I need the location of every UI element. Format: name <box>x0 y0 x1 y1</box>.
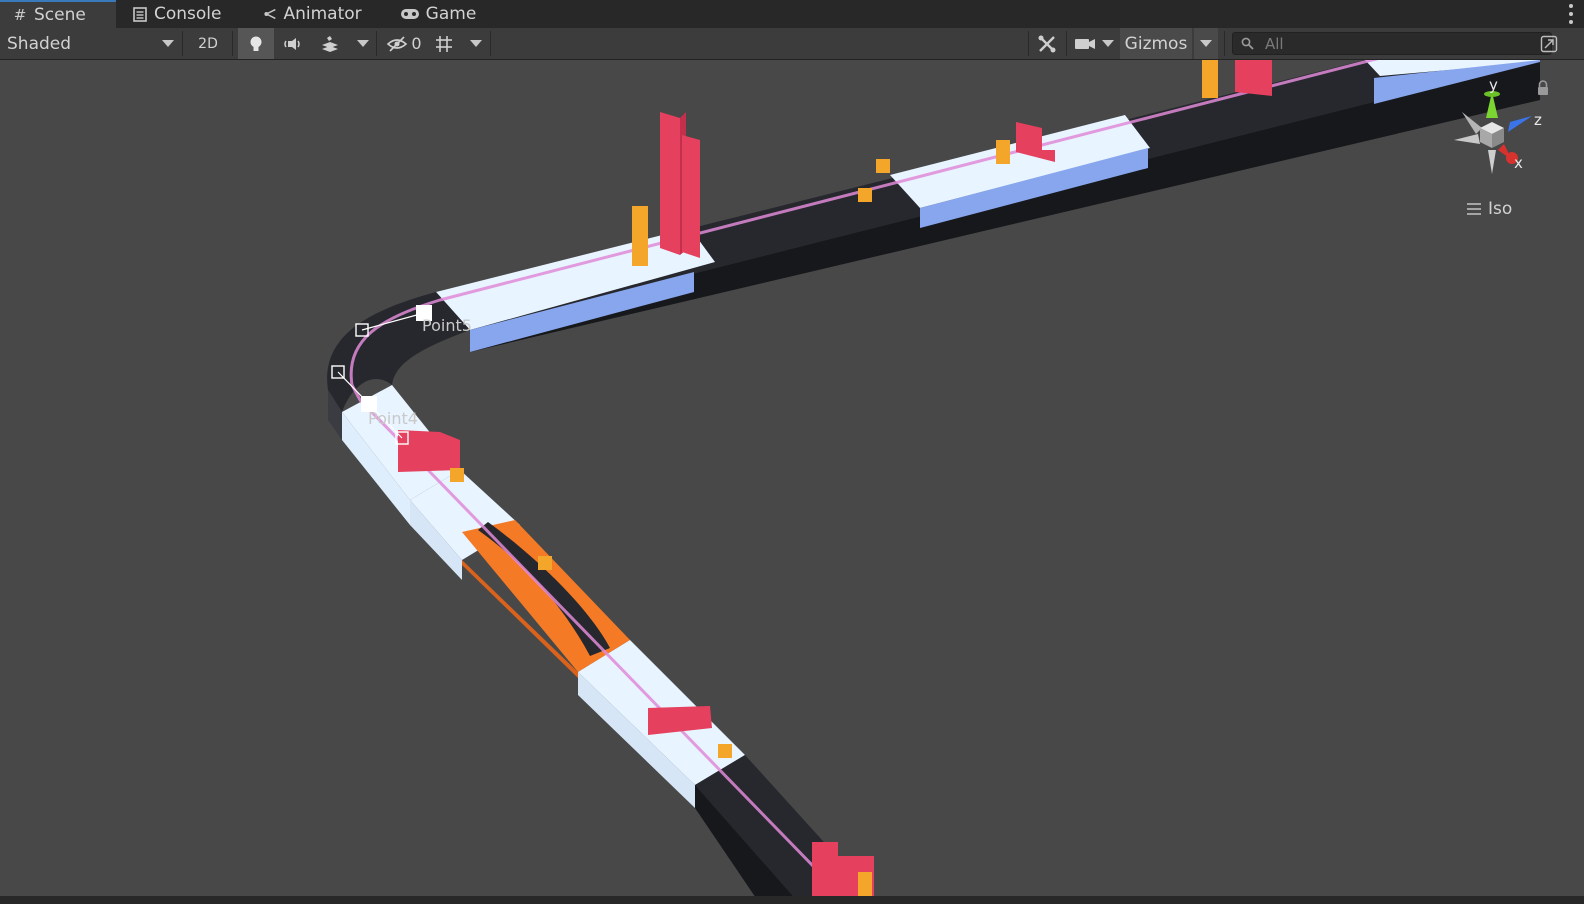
tools-icon <box>1038 35 1056 52</box>
gizmos-label: Gizmos <box>1124 33 1188 54</box>
grid-toggle[interactable] <box>428 28 460 59</box>
tab-game[interactable]: Game <box>388 0 489 28</box>
track-upper <box>436 60 1540 352</box>
orientation-gizmo[interactable]: y z x <box>1440 78 1570 188</box>
lighting-toggle[interactable] <box>238 28 274 59</box>
tab-scene[interactable]: # Scene <box>0 0 116 28</box>
chevron-down-icon <box>162 40 174 47</box>
audio-toggle[interactable] <box>277 28 309 59</box>
axis-x-label: x <box>1514 154 1523 172</box>
chevron-down-icon <box>1200 40 1212 47</box>
speaker-icon <box>284 37 300 50</box>
tab-console[interactable]: Console <box>120 0 234 28</box>
chevron-down-icon <box>357 40 369 47</box>
hidden-objects-toggle[interactable]: 0 <box>382 28 426 59</box>
tab-bar: # Scene Console Animator Game <box>0 0 1584 28</box>
axis-y-label: y <box>1489 78 1498 94</box>
camera-settings-button[interactable] <box>1070 28 1118 59</box>
tab-label: Console <box>154 4 222 24</box>
search-input[interactable] <box>1263 33 1527 54</box>
grid-dropdown[interactable] <box>466 28 486 59</box>
lock-icon[interactable] <box>1536 80 1550 96</box>
gizmos-button[interactable]: Gizmos <box>1120 28 1192 59</box>
gamepad-icon <box>400 6 420 22</box>
toggle-2d-label: 2D <box>198 35 218 52</box>
scene-viewport[interactable]: Point5 Point4 <box>0 60 1584 904</box>
point5-label: Point5 <box>422 316 472 335</box>
console-list-icon <box>132 6 148 22</box>
chevron-down-icon <box>470 40 482 47</box>
toggle-2d-button[interactable]: 2D <box>190 28 226 59</box>
tab-label: Scene <box>34 5 86 25</box>
effects-toggle[interactable] <box>314 28 346 59</box>
more-options-icon[interactable] <box>1568 4 1574 24</box>
maximize-button[interactable] <box>1538 28 1560 59</box>
maximize-icon <box>1540 35 1558 52</box>
animator-icon <box>262 6 278 22</box>
axis-z-label: z <box>1534 111 1542 129</box>
chevron-down-icon <box>1102 40 1114 47</box>
grid-snap-icon <box>436 35 452 52</box>
search-icon <box>1241 37 1254 50</box>
gizmos-dropdown[interactable] <box>1194 28 1218 59</box>
hidden-count: 0 <box>411 34 422 53</box>
tab-label: Animator <box>283 4 362 24</box>
effects-dropdown[interactable] <box>354 28 372 59</box>
tab-animator[interactable]: Animator <box>250 0 374 28</box>
point4-label: Point4 <box>368 409 418 428</box>
eye-slash-icon <box>387 35 408 52</box>
projection-label: Iso <box>1488 199 1513 219</box>
layers-effects-icon <box>322 35 338 52</box>
lightbulb-icon <box>250 36 262 51</box>
tab-label: Game <box>425 4 477 24</box>
scene-toolbar: Shaded 2D 0 Gizmos <box>0 28 1584 60</box>
bottom-border <box>0 896 1584 904</box>
draw-mode-label: Shaded <box>7 33 72 54</box>
draw-mode-dropdown[interactable]: Shaded <box>0 28 182 59</box>
scene-search-field[interactable] <box>1232 32 1552 55</box>
projection-toggle[interactable]: Iso <box>1466 198 1512 220</box>
axis-z-cone[interactable] <box>1508 116 1532 132</box>
scene-render: Point5 Point4 <box>327 60 1540 904</box>
menu-lines-icon <box>1467 203 1481 215</box>
tools-toggle[interactable] <box>1032 28 1062 59</box>
hash-icon: # <box>13 6 27 24</box>
camera-icon <box>1075 38 1095 49</box>
